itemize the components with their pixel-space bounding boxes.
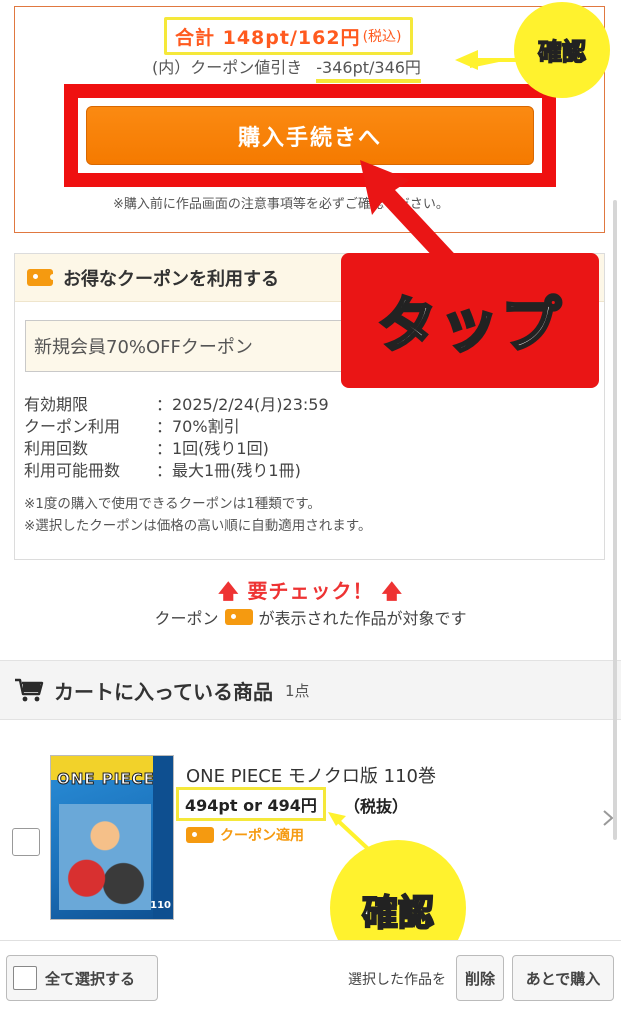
book-cover-image[interactable]: ONE PIECE 110 (50, 755, 174, 920)
item-price-highlight: 494pt or 494円 (176, 787, 326, 821)
cart-title: カートに入っている商品 (54, 679, 273, 704)
cover-volume-number: 110 (150, 900, 171, 911)
cart-header: カートに入っている商品 1点 (0, 660, 621, 720)
check-sub-before: クーポン (154, 609, 219, 628)
discount-value: -346pt/346円 (316, 54, 421, 83)
coupon-ticket-icon (186, 827, 214, 843)
item-price: 494pt or 494円 (185, 796, 317, 815)
cart-count: 1点 (285, 681, 310, 700)
coupon-note: ※選択したクーポンは価格の高い順に自動適用されます。 (24, 518, 372, 534)
coupon-select[interactable]: 新規会員70%OFFクーポン (25, 320, 355, 372)
coupon-ticket-icon (224, 609, 253, 625)
buy-button-highlight-frame: 購入手続きへ (64, 84, 556, 187)
coupon-notes: ※1度の購入で使用できるクーポンは1種類です。 ※選択したクーポンは価格の高い順… (24, 493, 371, 537)
select-all-label: 全て選択する (45, 969, 136, 988)
detail-value: ：最大1冊(残り1冊) (156, 461, 301, 480)
scrollbar[interactable] (613, 200, 617, 840)
detail-key: クーポン利用 (24, 417, 121, 436)
tap-callout-text: タップ (376, 290, 563, 363)
selected-items-label: 選択した作品を (348, 972, 446, 988)
coupon-ticket-icon (27, 269, 56, 286)
detail-value: ：2025/2/24(月)23:59 (156, 395, 329, 414)
confirm-badge-text: 確認 (537, 37, 587, 67)
delete-button[interactable]: 削除 (456, 955, 504, 1001)
coupon-detail-row: 有効期限 ：2025/2/24(月)23:59 (24, 394, 329, 416)
cover-spine-strip (153, 756, 173, 919)
item-checkbox[interactable] (12, 828, 40, 856)
select-all-checkbox[interactable] (13, 966, 37, 990)
coupon-detail-row: 利用可能冊数 ：最大1冊(残り1冊) (24, 460, 329, 482)
coupon-details: 有効期限 ：2025/2/24(月)23:59 クーポン利用 ：70%割引 利用… (24, 394, 329, 482)
coupon-discount-line: (内）クーポン値引き -346pt/346円 (152, 54, 421, 83)
detail-key: 利用回数 (24, 439, 89, 458)
check-heading-text: 要チェック！ (247, 579, 374, 603)
cover-artwork (59, 804, 151, 910)
coupon-detail-row: クーポン利用 ：70%割引 (24, 416, 329, 438)
up-arrow-icon: 🡅 (373, 579, 404, 603)
item-tax-label: （税抜） (344, 797, 409, 816)
detail-value: ：70%割引 (156, 417, 240, 436)
coupon-section-title: お得なクーポンを利用する (63, 268, 279, 290)
coupon-note: ※1度の購入で使用できるクーポンは1種類です。 (24, 496, 321, 512)
cover-logo: ONE PIECE (57, 770, 155, 789)
detail-value: ：1回(残り1回) (156, 439, 269, 458)
discount-label: (内）クーポン値引き (152, 58, 303, 77)
coupon-detail-row: 利用回数 ：1回(残り1回) (24, 438, 329, 460)
tap-callout: タップ (341, 253, 599, 388)
total-price: 合計 148pt/162円 (175, 26, 361, 49)
total-tax-label: (税込) (362, 29, 402, 45)
detail-key: 有効期限 (24, 395, 89, 414)
coupon-applied-label: クーポン適用 (220, 828, 304, 844)
shopping-cart-icon (15, 678, 44, 702)
confirm-badge-text: 確認 (361, 892, 435, 935)
item-coupon-applied: クーポン適用 (186, 825, 304, 845)
cart-action-bar: 全て選択する 選択した作品を 削除 あとで購入 (0, 940, 621, 1024)
detail-key: 利用可能冊数 (24, 461, 121, 480)
buy-later-button[interactable]: あとで購入 (512, 955, 614, 1001)
total-price-highlight: 合計 148pt/162円 (税込) (164, 17, 413, 55)
select-all-button[interactable]: 全て選択する (6, 955, 158, 1001)
check-sub-after: が表示された作品が対象です (258, 609, 467, 628)
check-subtext: クーポン が表示された作品が対象です (0, 605, 621, 629)
item-title[interactable]: ONE PIECE モノクロ版 110巻 (186, 762, 436, 788)
up-arrow-icon: 🡅 (217, 579, 248, 603)
